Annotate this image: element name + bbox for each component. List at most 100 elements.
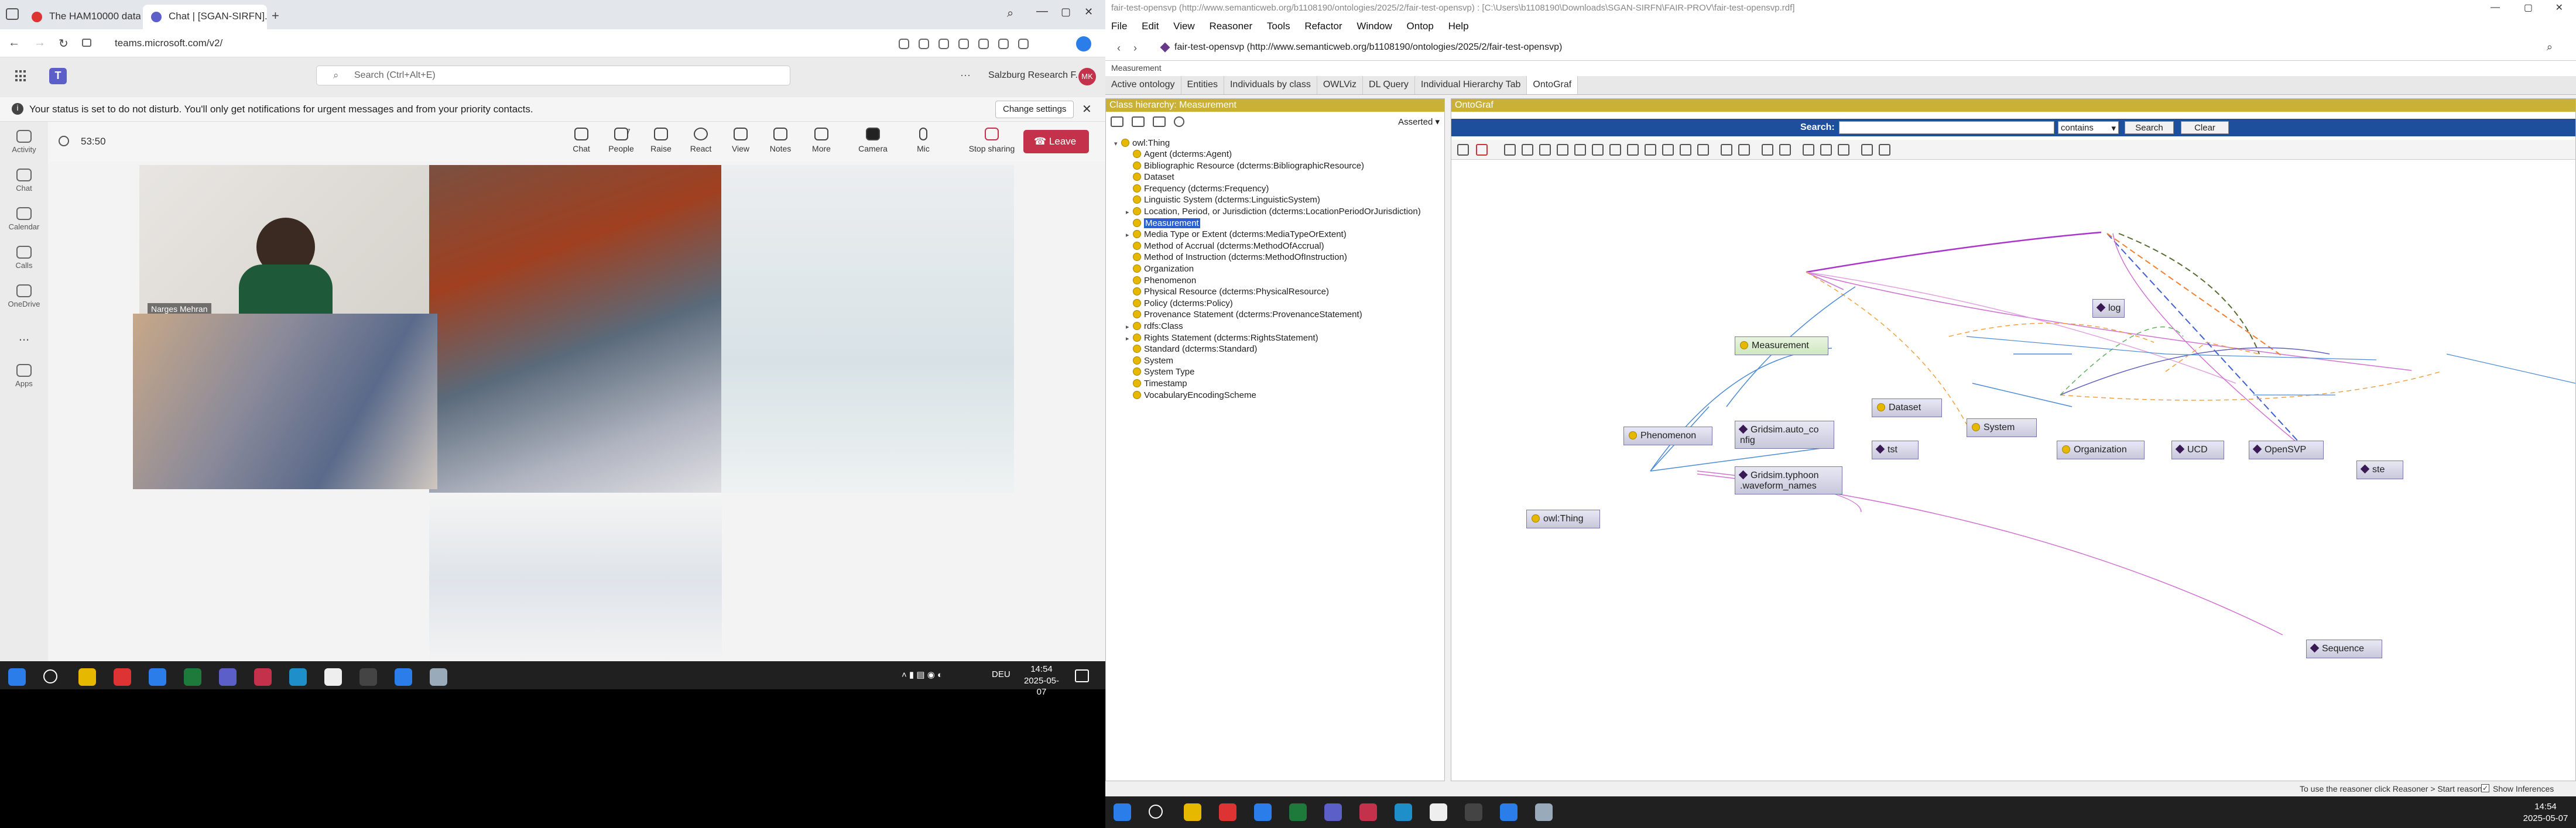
layout-icon[interactable] (1539, 144, 1551, 156)
org-name[interactable]: Salzburg Research F... (988, 70, 1083, 81)
vscode-icon[interactable] (149, 668, 166, 686)
change-settings-button[interactable]: Change settings (995, 101, 1074, 118)
tree-item[interactable]: Physical Resource (dcterms:PhysicalResou… (1126, 286, 1329, 297)
rail-calendar[interactable]: Calendar (0, 207, 48, 231)
tree-item[interactable]: Linguistic System (dcterms:LinguisticSys… (1126, 194, 1320, 205)
browser-tab-ham[interactable]: The HAM10000 dataset, a... (23, 5, 141, 29)
graph-node-owl-thing[interactable]: owl:Thing (1526, 510, 1600, 528)
leave-button[interactable]: ☎ Leave (1023, 130, 1089, 153)
new-tab-icon[interactable]: + (272, 8, 279, 23)
tree-item[interactable]: Standard (dcterms:Standard) (1126, 343, 1257, 355)
expand-icon[interactable]: ▸ (1126, 322, 1133, 333)
close-icon[interactable]: ✕ (1082, 102, 1092, 116)
graph-node-autoconfig[interactable]: Gridsim.auto_co nfig (1735, 421, 1834, 449)
menu-window[interactable]: Window (1356, 20, 1392, 32)
grid-layout-icon[interactable] (1504, 144, 1516, 156)
tab-dl-query[interactable]: DL Query (1363, 76, 1415, 94)
taskbar-clock[interactable]: 14:54 2025-05-07 (2522, 801, 2569, 824)
close-icon[interactable]: ✕ (1084, 6, 1093, 18)
layout-icon[interactable] (1609, 144, 1621, 156)
open-icon[interactable] (1838, 144, 1849, 156)
tree-item[interactable]: Timestamp (1126, 378, 1187, 389)
minimize-icon[interactable]: — (2491, 2, 2500, 13)
downloads-icon[interactable] (998, 39, 1009, 49)
tree-item[interactable]: Agent (dcterms:Agent) (1126, 149, 1232, 160)
teams-icon[interactable] (1324, 803, 1342, 821)
excel-icon[interactable] (1289, 803, 1307, 821)
tree-item[interactable]: ▸ Media Type or Extent (dcterms:MediaType… (1126, 229, 1347, 240)
zoom-out-icon[interactable] (1697, 144, 1709, 156)
tree-item[interactable]: Organization (1126, 263, 1194, 274)
tree-item[interactable]: System Type (1126, 366, 1194, 377)
app-icon[interactable] (1500, 803, 1517, 821)
graph-node-phenomenon[interactable]: Phenomenon (1623, 427, 1712, 445)
save-icon[interactable] (1820, 144, 1832, 156)
layout-icon[interactable] (1592, 144, 1604, 156)
tree-item[interactable]: ▸ Location, Period, or Jurisdiction (dcte… (1126, 206, 1421, 217)
add-sibling-icon[interactable] (1132, 116, 1145, 127)
layout-icon[interactable] (1645, 144, 1656, 156)
tab-owlviz[interactable]: OWLViz (1317, 76, 1364, 94)
maximize-icon[interactable]: ▢ (1061, 6, 1071, 18)
tray-icons[interactable]: ˄ ▮ ▤ ◉ ◐ (902, 669, 995, 682)
filter-icon[interactable] (1738, 144, 1750, 156)
ontology-address[interactable]: fair-test-opensvp (http://www.semanticwe… (1174, 42, 1562, 53)
chrome-icon[interactable] (1219, 803, 1236, 821)
terminal-icon[interactable] (359, 668, 377, 686)
call-raise-button[interactable]: Raise (643, 128, 679, 153)
site-info-icon[interactable] (82, 39, 91, 47)
rail-apps[interactable]: Apps (0, 364, 48, 388)
file-explorer-icon[interactable] (78, 668, 96, 686)
tree-item[interactable]: Frequency (dcterms:Frequency) (1126, 183, 1269, 194)
collapse-icon[interactable]: ▾ (1114, 139, 1121, 150)
menu-view[interactable]: View (1173, 20, 1195, 32)
maximize-icon[interactable]: ▢ (2524, 2, 2533, 13)
rail-more[interactable]: ... (0, 329, 48, 344)
remove-icon[interactable] (1476, 144, 1488, 156)
tree-item[interactable]: System (1126, 355, 1173, 366)
menu-edit[interactable]: Edit (1142, 20, 1159, 32)
hierarchy-mode-select[interactable]: Asserted ▾ (1398, 116, 1440, 127)
show-inferences-checkbox[interactable]: ✓ (2481, 784, 2489, 792)
graph-node-opensvp[interactable]: OpenSVP (2249, 441, 2324, 459)
graph-node-sequence[interactable]: Sequence (2306, 640, 2382, 658)
export-icon[interactable] (1861, 144, 1873, 156)
read-aloud-icon[interactable] (899, 39, 909, 49)
graph-node-measurement[interactable]: Measurement (1735, 336, 1828, 355)
layout-icon[interactable] (1627, 144, 1639, 156)
app-icon[interactable] (1535, 803, 1553, 821)
call-notes-button[interactable]: Notes (762, 128, 799, 153)
tree-item[interactable]: Method of Accrual (dcterms:MethodOfAccru… (1126, 241, 1324, 252)
refresh-icon[interactable]: ↻ (59, 36, 68, 51)
tree-item[interactable]: ▸ rdfs:Class (1126, 321, 1183, 332)
forward-icon[interactable]: → (34, 36, 46, 50)
rail-calls[interactable]: Calls (0, 246, 48, 270)
layout-icon[interactable] (1574, 144, 1586, 156)
menu-ontop[interactable]: Ontop (1407, 20, 1434, 32)
app-icon[interactable] (430, 668, 447, 686)
app-icon[interactable] (324, 668, 342, 686)
back-icon[interactable]: ‹ (1117, 42, 1121, 54)
edge-icon[interactable] (289, 668, 307, 686)
expand-icon[interactable]: ▸ (1126, 230, 1133, 241)
expand-icon[interactable]: ▸ (1126, 207, 1133, 218)
tab-entities[interactable]: Entities (1181, 76, 1224, 94)
graph-node-organization[interactable]: Organization (2057, 441, 2145, 459)
favorites-icon[interactable] (958, 39, 969, 49)
call-people-button[interactable]: People 7 (603, 128, 639, 153)
chrome-icon[interactable] (114, 668, 131, 686)
menu-tools[interactable]: Tools (1267, 20, 1290, 32)
rail-onedrive[interactable]: OneDrive (0, 284, 48, 308)
stop-sharing-button[interactable]: Stop sharing (967, 128, 1016, 153)
tree-item[interactable]: Measurement (1126, 218, 1200, 229)
shield-icon[interactable] (1018, 39, 1029, 49)
clear-button[interactable]: Clear (2181, 121, 2229, 134)
tree-item[interactable]: Policy (dcterms:Policy) (1126, 298, 1233, 309)
app-icon[interactable] (395, 668, 412, 686)
layout-icon[interactable] (1557, 144, 1568, 156)
rail-chat[interactable]: Chat (0, 169, 48, 193)
search-icon[interactable] (43, 669, 57, 683)
graph-node-system[interactable]: System (1967, 418, 2037, 437)
search-icon[interactable]: ⌕ (1007, 7, 1013, 20)
tab-ontograf[interactable]: OntoGraf (1527, 76, 1578, 94)
